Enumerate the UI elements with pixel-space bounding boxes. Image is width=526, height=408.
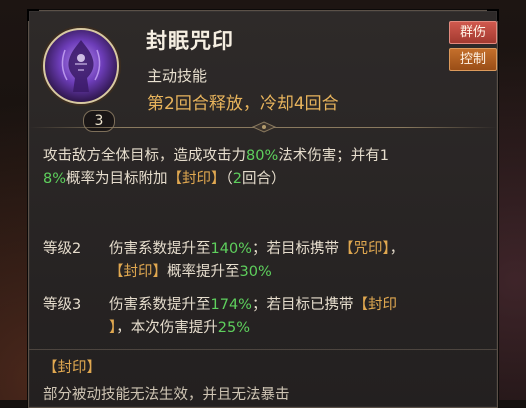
tag-control: 控制	[449, 48, 497, 71]
upgrade-level-label: 等级2	[43, 241, 82, 257]
divider-ornament	[251, 121, 277, 133]
upgrade-level-2-text: 伤害系数提升至140%；若目标携带【咒印】， 【封印】概率提升至30%	[109, 241, 405, 280]
chance-value: 8%	[43, 171, 67, 187]
skill-cast-info: 第2回合释放，冷却4回合	[147, 94, 339, 114]
skill-header: 3 封眠咒印 主动技能 第2回合释放，冷却4回合 群伤 控制	[29, 11, 497, 132]
upgrade-level-label: 等级3	[43, 297, 82, 313]
status-effect-description: 部分被动技能无法生效，并且无法暴击	[43, 387, 290, 403]
status-seal-tag: 【封印】	[167, 171, 226, 187]
upgrade-level-3-text: 伤害系数提升至174%；若目标已携带【封印 】，本次伤害提升25%	[109, 297, 397, 336]
skill-type: 主动技能	[147, 67, 208, 85]
sealed-demon-icon: 3	[43, 28, 119, 132]
status-effect-title: 【封印】	[43, 360, 101, 376]
section-divider	[29, 349, 497, 350]
skill-level-badge: 3	[83, 110, 115, 132]
skill-description: 攻击敌方全体目标，造成攻击力80%法术伤害；并有1 8%概率为目标附加【封印】（2…	[43, 148, 389, 187]
damage-value: 80%	[246, 148, 279, 164]
skill-tooltip-panel: 3 封眠咒印 主动技能 第2回合释放，冷却4回合 群伤 控制 攻击敌方全体目标，…	[27, 9, 499, 408]
tag-aoe: 群伤	[449, 21, 497, 44]
skill-name: 封眠咒印	[146, 29, 234, 53]
